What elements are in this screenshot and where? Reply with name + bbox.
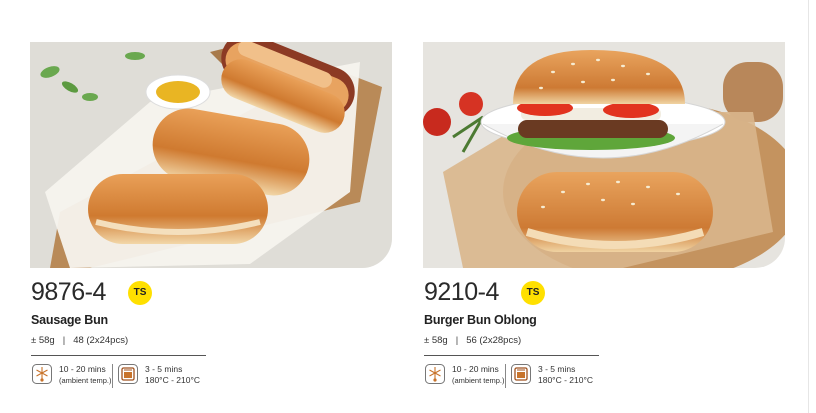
pack-value: 48 (2x24pcs) <box>73 335 129 346</box>
product-spec: ± 58g | 48 (2x24pcs) <box>31 335 128 346</box>
oven-icon <box>511 364 531 384</box>
thaw-time: 10 - 20 mins <box>59 364 106 374</box>
product-card-burger-bun-oblong[interactable]: 9210-4 TS Burger Bun Oblong ± 58g | 56 (2x… <box>423 42 785 402</box>
product-code: 9210-4 <box>424 278 499 306</box>
thaw-time: 10 - 20 mins <box>452 364 499 374</box>
info-divider <box>505 364 506 388</box>
thaw-icon <box>425 364 445 384</box>
divider-line <box>31 355 206 356</box>
ts-badge: TS <box>128 281 152 305</box>
weight-value: ± 58g <box>31 335 55 346</box>
thaw-icon <box>32 364 52 384</box>
thaw-note: (ambient temp.) <box>59 376 112 385</box>
bake-temp: 180°C - 210°C <box>538 375 593 385</box>
thaw-note: (ambient temp.) <box>452 376 505 385</box>
weight-value: ± 58g <box>424 335 448 346</box>
divider-line <box>424 355 599 356</box>
product-name: Sausage Bun <box>31 313 108 327</box>
bake-time: 3 - 5 mins <box>538 364 576 374</box>
info-divider <box>112 364 113 388</box>
product-code: 9876-4 <box>31 278 106 306</box>
bake-time: 3 - 5 mins <box>145 364 183 374</box>
spec-separator: | <box>455 335 459 346</box>
pack-value: 56 (2x28pcs) <box>466 335 522 346</box>
product-name: Burger Bun Oblong <box>424 313 537 327</box>
product-spec: ± 58g | 56 (2x28pcs) <box>424 335 521 346</box>
ts-badge: TS <box>521 281 545 305</box>
spec-separator: | <box>62 335 66 346</box>
oven-icon <box>118 364 138 384</box>
burger-buns-photo <box>423 42 785 268</box>
bake-temp: 180°C - 210°C <box>145 375 200 385</box>
page-edge-line <box>808 0 809 413</box>
product-card-sausage-bun[interactable]: 9876-4 TS Sausage Bun ± 58g | 48 (2x24pcs)… <box>30 42 392 402</box>
sausage-buns-photo <box>30 42 392 268</box>
